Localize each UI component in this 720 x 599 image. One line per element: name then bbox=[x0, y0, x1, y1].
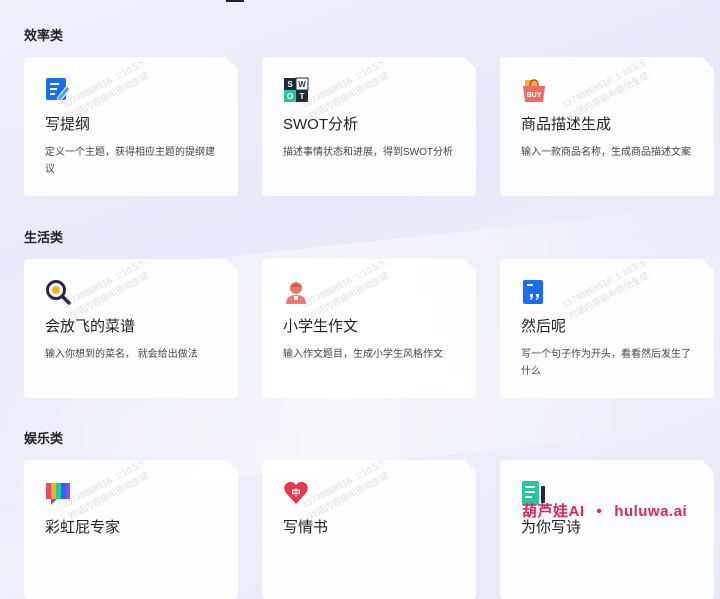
brand-domain: huluwa.ai bbox=[614, 503, 688, 520]
swot-letter-w: W bbox=[298, 80, 306, 89]
card-love-letter[interactable]: 中 写情书 bbox=[262, 460, 476, 599]
card-outline[interactable]: 写提纲 定义一个主题，获得相应主题的提纲建议 bbox=[24, 57, 238, 196]
card-title: 写情书 bbox=[283, 519, 329, 536]
outline-icon bbox=[45, 77, 71, 103]
card-rainbow-praise[interactable]: 彩虹屁专家 bbox=[24, 460, 238, 599]
card-recipe[interactable]: 会放飞的菜谱 输入你想到的菜名， 就会给出做法 bbox=[24, 259, 238, 398]
card-description: 输入你想到的菜名， 就会给出做法 bbox=[45, 349, 198, 360]
card-student-essay[interactable]: 小学生作文 输入作文题目，生成小学生风格作文 bbox=[262, 259, 476, 398]
buy-label: BUY bbox=[527, 92, 542, 99]
card-description: 定义一个主题，获得相应主题的提纲建议 bbox=[45, 147, 215, 175]
card-title: 为你写诗 bbox=[521, 519, 582, 536]
card-swot[interactable]: S W O T SWOT分析 描述事情状态和进展，得到SWOT分析 bbox=[262, 57, 476, 196]
student-icon bbox=[283, 279, 309, 305]
card-and-then[interactable]: 然后呢 写一个句子作为开头，看看然后发生了什么 bbox=[500, 259, 714, 398]
card-title: SWOT分析 bbox=[283, 116, 358, 133]
quote-doc-icon bbox=[521, 279, 547, 305]
heart-character: 中 bbox=[291, 487, 300, 498]
swot-letter-t: T bbox=[300, 92, 305, 101]
section-title-life: 生活类 bbox=[24, 230, 64, 245]
card-write-poem[interactable]: 为你写诗 bbox=[500, 460, 714, 599]
card-title: 会放飞的菜谱 bbox=[45, 318, 136, 335]
card-title: 然后呢 bbox=[521, 318, 567, 335]
card-description: 输入一款商品名称，生成商品描述文案 bbox=[521, 147, 691, 158]
swot-icon: S W O T bbox=[283, 77, 309, 103]
brand-watermark: 葫芦娃AI • huluwa.ai bbox=[522, 500, 687, 521]
swot-letter-o: O bbox=[287, 92, 293, 101]
swot-letter-s: S bbox=[287, 80, 293, 89]
card-product-description[interactable]: BUY 商品描述生成 输入一款商品名称，生成商品描述文案 bbox=[500, 57, 714, 196]
shopping-bag-icon: BUY bbox=[521, 77, 547, 103]
card-description: 写一个句子作为开头，看看然后发生了什么 bbox=[521, 349, 691, 377]
section-title-efficiency: 效率类 bbox=[24, 28, 64, 43]
magnifier-icon bbox=[45, 279, 71, 305]
rainbow-chat-icon bbox=[45, 480, 71, 506]
section-title-entertainment: 娱乐类 bbox=[24, 431, 64, 446]
card-description: 输入作文题目，生成小学生风格作文 bbox=[283, 349, 443, 360]
card-description: 描述事情状态和进展，得到SWOT分析 bbox=[283, 147, 453, 158]
heart-icon: 中 bbox=[283, 480, 309, 506]
card-title: 小学生作文 bbox=[283, 318, 359, 335]
card-title: 彩虹屁专家 bbox=[45, 519, 121, 536]
top-tab-indicator bbox=[226, 0, 244, 2]
card-title: 商品描述生成 bbox=[521, 116, 612, 133]
card-title: 写提纲 bbox=[45, 116, 91, 133]
brand-separator: • bbox=[596, 503, 603, 520]
brand-name: 葫芦娃AI bbox=[522, 503, 585, 520]
